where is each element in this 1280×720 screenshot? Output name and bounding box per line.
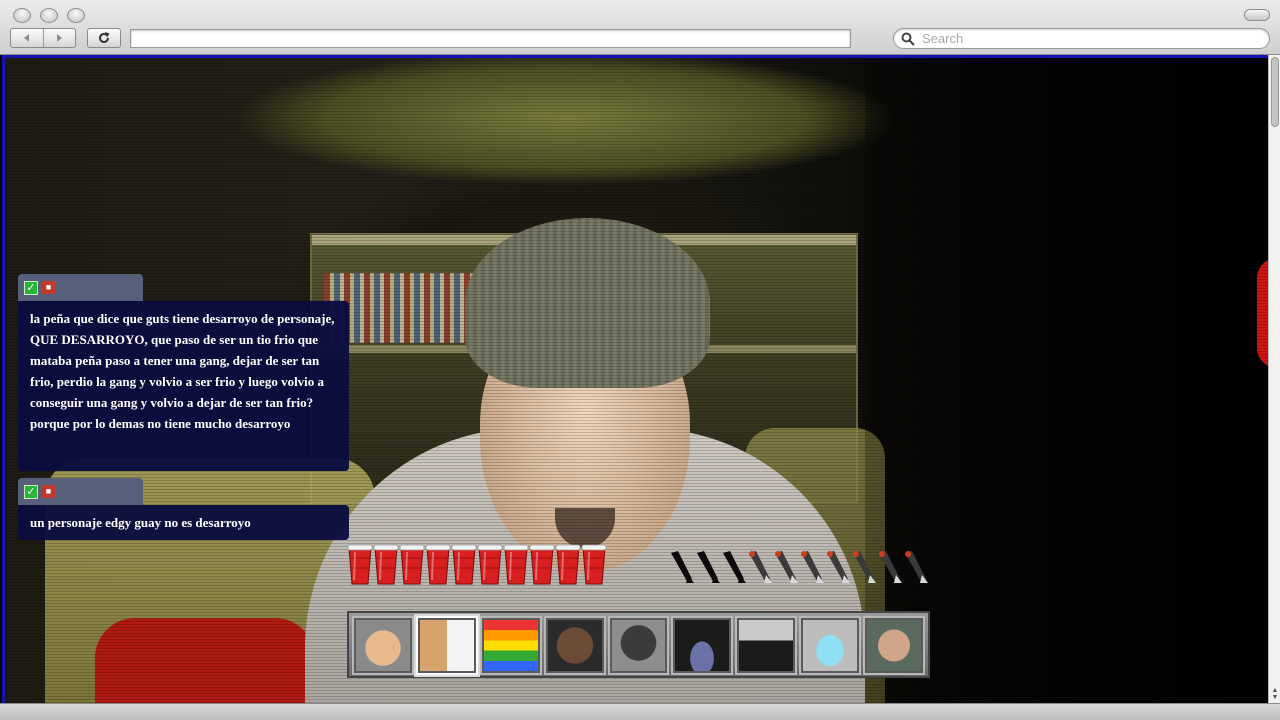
red-cushion xyxy=(95,618,315,703)
cat-dog-character-icon xyxy=(419,620,474,671)
darts-meter xyxy=(668,549,928,585)
character-selector xyxy=(347,611,930,678)
check-icon: ✓ xyxy=(24,484,38,499)
gift-icon: ■ xyxy=(42,281,55,294)
dart-icon xyxy=(772,549,798,585)
forward-button[interactable] xyxy=(42,29,76,47)
dart-icon xyxy=(850,549,876,585)
dance-floor-character-icon xyxy=(675,620,730,671)
zoom-window-button[interactable] xyxy=(67,8,85,23)
sumo-character-icon xyxy=(356,620,410,671)
reload-icon xyxy=(99,32,110,43)
cup-icon xyxy=(347,544,373,586)
minimize-window-button[interactable] xyxy=(40,8,58,23)
dart-icon xyxy=(746,549,772,585)
dart-icon xyxy=(824,549,850,585)
toolbar-toggle-button[interactable] xyxy=(1244,9,1270,21)
chat-user-badge: ✓ ■ xyxy=(18,274,143,301)
cup-icon xyxy=(555,544,581,586)
chat-message-text: un personaje edgy guay no es desarroyo xyxy=(18,505,349,540)
ice-skater-character-slot[interactable] xyxy=(799,616,862,675)
gift-icon: ■ xyxy=(42,485,55,498)
dance-floor-character-slot[interactable] xyxy=(671,616,734,675)
cup-icon xyxy=(399,544,425,586)
ice-skater-character-icon xyxy=(803,620,858,671)
shrek-character-slot[interactable] xyxy=(479,616,542,675)
selfie-man-character-slot[interactable] xyxy=(863,616,926,675)
dart-icon xyxy=(876,549,902,585)
chat-user-badge: ✓ ■ xyxy=(18,478,143,505)
close-window-button[interactable] xyxy=(13,8,31,23)
cup-icon xyxy=(373,544,399,586)
man-face-character-icon xyxy=(547,620,602,671)
dart-icon xyxy=(720,549,746,585)
cup-icon xyxy=(477,544,503,586)
suit-man-character-icon xyxy=(739,620,794,671)
search-box[interactable] xyxy=(893,28,1270,49)
history-nav xyxy=(10,28,76,48)
cup-icon xyxy=(425,544,451,586)
cup-icon xyxy=(451,544,477,586)
check-icon: ✓ xyxy=(24,280,38,295)
address-bar[interactable] xyxy=(130,29,851,48)
chat-message: ✓ ■ un personaje edgy guay no es desarro… xyxy=(18,478,349,540)
gorilla-character-slot[interactable] xyxy=(607,616,670,675)
dart-icon xyxy=(668,549,694,585)
cup-icon xyxy=(529,544,555,586)
dart-icon xyxy=(694,549,720,585)
shrek-character-icon xyxy=(483,620,538,671)
dart-icon xyxy=(798,549,824,585)
chat-message: ✓ ■ la peña que dice que guts tiene desa… xyxy=(18,274,349,471)
scrollbar-thumb[interactable] xyxy=(1271,57,1279,127)
back-arrow-icon xyxy=(23,34,29,42)
offscreen-object xyxy=(1257,258,1268,368)
sumo-character-slot[interactable] xyxy=(352,616,414,675)
reload-button[interactable] xyxy=(87,28,121,48)
search-input[interactable] xyxy=(922,31,1252,46)
scroll-arrows[interactable]: ▲ ▼ xyxy=(1270,687,1280,701)
gorilla-character-icon xyxy=(611,620,666,671)
browser-toolbar xyxy=(0,0,1280,55)
cup-icon xyxy=(581,544,607,586)
forward-arrow-icon xyxy=(57,34,63,42)
vertical-scrollbar[interactable]: ▲ ▼ xyxy=(1268,55,1280,703)
cup-icon xyxy=(503,544,529,586)
search-icon xyxy=(901,32,915,46)
cat-dog-character-slot[interactable] xyxy=(415,616,478,675)
suit-man-character-slot[interactable] xyxy=(735,616,798,675)
selfie-man-character-icon xyxy=(867,620,922,671)
man-face-character-slot[interactable] xyxy=(543,616,606,675)
cups-meter xyxy=(347,544,607,586)
back-button[interactable] xyxy=(11,29,43,47)
dart-icon xyxy=(902,549,928,585)
chat-message-text: la peña que dice que guts tiene desarroy… xyxy=(18,301,349,471)
status-bar xyxy=(0,703,1280,720)
